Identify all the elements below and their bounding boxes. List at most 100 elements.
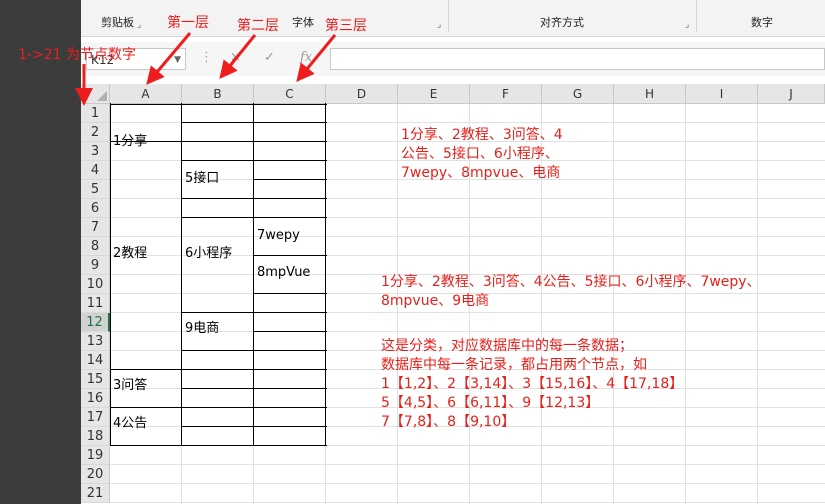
- column-header-h[interactable]: H: [614, 84, 686, 104]
- formula-input[interactable]: [330, 48, 825, 70]
- row-header-6[interactable]: 6: [81, 199, 110, 218]
- row-header-18[interactable]: 18: [81, 427, 110, 446]
- column-header-i[interactable]: I: [686, 84, 758, 104]
- row-header-12[interactable]: 12: [81, 313, 110, 332]
- column-header-c[interactable]: C: [254, 84, 326, 104]
- enter-icon[interactable]: ✓: [264, 50, 275, 65]
- cell-border: [182, 426, 255, 427]
- row-header-8[interactable]: 8: [81, 237, 110, 256]
- fx-icon[interactable]: fx: [300, 50, 312, 65]
- ribbon-group-alignment[interactable]: 对齐方式: [540, 14, 584, 30]
- formula-buttons: ⋮ × ✓ fx: [192, 48, 328, 70]
- alignment-launcher-icon[interactable]: ⌟: [685, 20, 689, 30]
- cell-a1[interactable]: 1分享: [113, 133, 147, 151]
- cell-border: [254, 217, 327, 218]
- note-line: 数据库中每一条记录，都占用两个节点，如: [381, 357, 647, 373]
- more-options-icon[interactable]: ⋮: [200, 50, 213, 65]
- note-line: 1分享、2教程、3问答、4公告、5接口、6小程序、7wepy、: [381, 274, 761, 290]
- cell-b4[interactable]: 5接口: [185, 170, 219, 188]
- row-header-10[interactable]: 10: [81, 275, 110, 294]
- chevron-down-icon[interactable]: ▼: [174, 49, 181, 71]
- row-header-5[interactable]: 5: [81, 180, 110, 199]
- cell-border: [182, 388, 255, 389]
- row-header-14[interactable]: 14: [81, 351, 110, 370]
- cell-border: [254, 445, 327, 446]
- column-header-g[interactable]: G: [542, 84, 614, 104]
- cell-border: [254, 179, 327, 180]
- column-header-d[interactable]: D: [326, 84, 398, 104]
- cell-border: [254, 331, 327, 332]
- row-header-20[interactable]: 20: [81, 465, 110, 484]
- annotation-layer-2: 第二层: [237, 18, 279, 34]
- note-block-1: 1分享、2教程、3问答、4 公告、5接口、6小程序、 7wepy、8mpvue、…: [401, 126, 563, 183]
- spreadsheet-grid: A B C D E F G H I J 1 2 3 4 5 6 7 8 9 10 11 12 13 14 1…: [81, 84, 825, 504]
- note-line: 8mpvue、9电商: [381, 293, 490, 309]
- gridline: [110, 464, 825, 465]
- cell-border: [181, 103, 182, 446]
- column-header-b[interactable]: B: [182, 84, 254, 104]
- column-header-a[interactable]: A: [110, 84, 182, 104]
- cell-border: [254, 255, 327, 256]
- cell-a15[interactable]: 3问答: [113, 377, 147, 395]
- cell-a3[interactable]: 2教程: [113, 245, 147, 263]
- cell-border: [254, 122, 327, 123]
- cell-border: [182, 160, 255, 161]
- row-header-19[interactable]: 19: [81, 446, 110, 465]
- cell-border: [182, 217, 255, 218]
- row-header-9[interactable]: 9: [81, 256, 110, 275]
- gridline: [110, 236, 825, 237]
- cell-b6[interactable]: 6小程序: [185, 245, 232, 263]
- cell-a17[interactable]: 4公告: [113, 415, 147, 433]
- note-line: 公告、5接口、6小程序、: [401, 146, 559, 162]
- cell-border: [110, 407, 183, 408]
- column-header-e[interactable]: E: [398, 84, 470, 104]
- cancel-icon[interactable]: ×: [230, 50, 241, 65]
- cell-border: [254, 388, 327, 389]
- cell-border: [254, 369, 327, 370]
- cell-border: [182, 369, 255, 370]
- note-line: 1【1,2】、2【3,14】、3【15,16】、4【17,18】: [381, 376, 684, 392]
- row-header-13[interactable]: 13: [81, 332, 110, 351]
- cell-b12[interactable]: 9电商: [185, 320, 219, 338]
- font-launcher-icon[interactable]: ⌟: [437, 20, 441, 30]
- cell-border: [254, 104, 327, 105]
- row-header-16[interactable]: 16: [81, 389, 110, 408]
- cell-c7[interactable]: 7wepy: [257, 227, 300, 245]
- row-header-21[interactable]: 21: [81, 484, 110, 503]
- cell-border: [325, 103, 326, 446]
- cell-border: [254, 293, 327, 294]
- cell-border: [254, 160, 327, 161]
- row-header-11[interactable]: 11: [81, 294, 110, 313]
- cell-border: [110, 103, 111, 446]
- ribbon-group-clipboard[interactable]: 剪贴板: [101, 14, 134, 30]
- note-line: 1分享、2教程、3问答、4: [401, 127, 563, 143]
- cell-c9[interactable]: 8mpVue: [257, 264, 310, 282]
- column-header-j[interactable]: J: [758, 84, 825, 104]
- cell-border: [182, 312, 255, 313]
- column-header-f[interactable]: F: [470, 84, 542, 104]
- note-line: 7【7,8】、8【9,10】: [381, 414, 516, 430]
- ribbon-group-number[interactable]: 数字: [751, 14, 773, 30]
- cell-border: [254, 198, 327, 199]
- ribbon-separator: [448, 0, 449, 32]
- note-line: 这是分类，对应数据库中的每一条数据；: [381, 338, 633, 354]
- row-header-3[interactable]: 3: [81, 142, 110, 161]
- row-header-2[interactable]: 2: [81, 123, 110, 142]
- row-header-1[interactable]: 1: [81, 104, 110, 123]
- cell-area[interactable]: 1分享 2教程 3问答 4公告 5接口 6小程序 9电商 7wepy 8mpVu…: [110, 103, 825, 504]
- cell-border: [110, 369, 183, 370]
- row-header-7[interactable]: 7: [81, 218, 110, 237]
- cell-border: [182, 350, 255, 351]
- note-line: 7wepy、8mpvue、电商: [401, 165, 561, 181]
- row-header-17[interactable]: 17: [81, 408, 110, 427]
- cell-border: [182, 122, 255, 123]
- ribbon-group-font[interactable]: 字体: [292, 14, 314, 30]
- cell-border: [110, 104, 183, 105]
- annotation-layer-3: 第三层: [325, 18, 367, 34]
- select-all-corner[interactable]: [81, 84, 110, 104]
- row-header-15[interactable]: 15: [81, 370, 110, 389]
- clipboard-launcher-icon[interactable]: ⌟: [137, 20, 141, 30]
- annotation-layer-1: 第一层: [167, 15, 209, 31]
- cell-border: [182, 141, 255, 142]
- row-header-4[interactable]: 4: [81, 161, 110, 180]
